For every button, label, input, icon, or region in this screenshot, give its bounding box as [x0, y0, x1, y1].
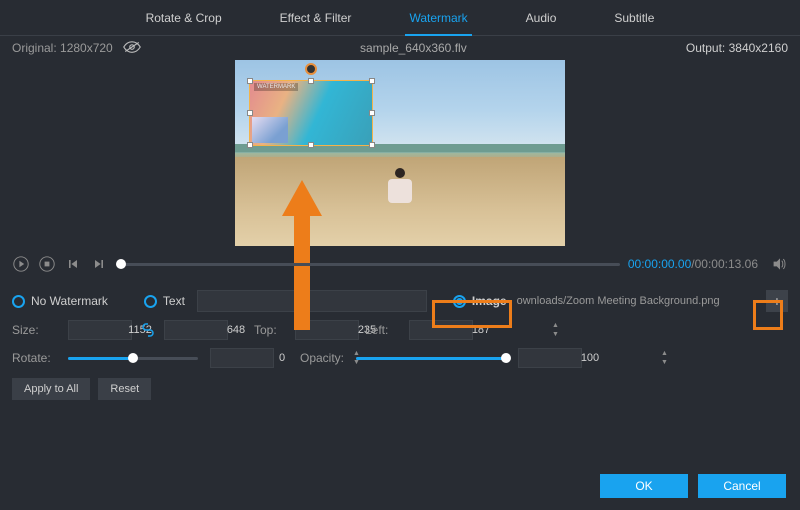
handle-br[interactable] [369, 142, 375, 148]
volume-icon[interactable] [772, 256, 788, 272]
handle-tl[interactable] [247, 78, 253, 84]
cancel-button[interactable]: Cancel [698, 474, 786, 498]
tab-audio[interactable]: Audio [522, 0, 561, 36]
add-image-button[interactable]: + [766, 290, 788, 312]
next-frame-button[interactable] [90, 255, 108, 273]
footer-buttons: OK Cancel [600, 474, 786, 498]
reset-button[interactable]: Reset [98, 378, 151, 400]
preview-area: WATERMARK [0, 60, 800, 250]
tab-effect-filter[interactable]: Effect & Filter [276, 0, 356, 36]
text-watermark-input[interactable] [197, 290, 427, 312]
handle-bl[interactable] [247, 142, 253, 148]
controls-panel: No Watermark Text Image ownloads/Zoom Me… [0, 278, 800, 400]
progress-handle[interactable] [116, 259, 126, 269]
tab-watermark[interactable]: Watermark [405, 0, 471, 36]
info-bar: Original: 1280x720 sample_640x360.flv Ou… [0, 36, 800, 60]
preview-toggle-icon[interactable] [123, 41, 141, 55]
handle-tm[interactable] [308, 78, 314, 84]
left-up[interactable]: ▲ [552, 321, 559, 330]
ok-button[interactable]: OK [600, 474, 688, 498]
handle-mr[interactable] [369, 110, 375, 116]
rotate-thumb[interactable] [128, 353, 138, 363]
tab-bar: Rotate & Crop Effect & Filter Watermark … [0, 0, 800, 36]
filename: sample_640x360.flv [141, 41, 686, 55]
radio-image[interactable]: Image [453, 294, 507, 308]
left-input[interactable] [410, 324, 552, 336]
video-preview[interactable]: WATERMARK [235, 60, 565, 246]
opacity-input[interactable] [519, 352, 661, 364]
opacity-up[interactable]: ▲ [661, 349, 668, 358]
rotate-opacity-row: Rotate: ▲▼ Opacity: ▲▼ [12, 344, 788, 372]
playback-bar: 00:00:00.00/00:00:13.06 [0, 250, 800, 278]
watermark-overlay[interactable]: WATERMARK [249, 80, 373, 146]
radio-text[interactable]: Text [144, 294, 185, 308]
rotate-label: Rotate: [12, 351, 62, 365]
opacity-thumb[interactable] [501, 353, 511, 363]
time-display: 00:00:00.00/00:00:13.06 [628, 257, 758, 271]
handle-bm[interactable] [308, 142, 314, 148]
apply-to-all-button[interactable]: Apply to All [12, 378, 90, 400]
original-resolution: Original: 1280x720 [12, 41, 113, 55]
size-position-row: Size: ▲▼ ▲▼ Top: ▲▼ Left: ▲▼ [12, 316, 788, 344]
rotate-handle[interactable] [305, 63, 317, 75]
radio-no-watermark-label: No Watermark [31, 294, 108, 308]
opacity-slider[interactable] [356, 348, 506, 368]
width-spinner[interactable]: ▲▼ [68, 320, 132, 340]
radio-no-watermark[interactable]: No Watermark [12, 294, 108, 308]
left-spinner[interactable]: ▲▼ [409, 320, 473, 340]
stop-button[interactable] [38, 255, 56, 273]
rotate-slider[interactable] [68, 348, 198, 368]
left-label: Left: [365, 323, 403, 337]
opacity-spinner[interactable]: ▲▼ [518, 348, 582, 368]
radio-image-label: Image [472, 294, 507, 308]
play-button[interactable] [12, 255, 30, 273]
radio-text-label: Text [163, 294, 185, 308]
progress-bar[interactable] [116, 263, 620, 266]
tab-rotate-crop[interactable]: Rotate & Crop [142, 0, 226, 36]
watermark-type-row: No Watermark Text Image ownloads/Zoom Me… [12, 286, 788, 316]
top-label: Top: [234, 323, 289, 337]
tab-subtitle[interactable]: Subtitle [610, 0, 658, 36]
height-spinner[interactable]: ▲▼ [164, 320, 228, 340]
opacity-label: Opacity: [280, 351, 350, 365]
rotate-spinner[interactable]: ▲▼ [210, 348, 274, 368]
image-path-field: ownloads/Zoom Meeting Background.png [511, 290, 762, 312]
size-label: Size: [12, 323, 62, 337]
prev-frame-button[interactable] [64, 255, 82, 273]
opacity-down[interactable]: ▼ [661, 358, 668, 367]
left-down[interactable]: ▼ [552, 330, 559, 339]
handle-ml[interactable] [247, 110, 253, 116]
link-aspect-icon[interactable] [140, 322, 156, 338]
action-row: Apply to All Reset [12, 378, 788, 400]
output-resolution: Output: 3840x2160 [686, 41, 788, 55]
top-spinner[interactable]: ▲▼ [295, 320, 359, 340]
handle-tr[interactable] [369, 78, 375, 84]
